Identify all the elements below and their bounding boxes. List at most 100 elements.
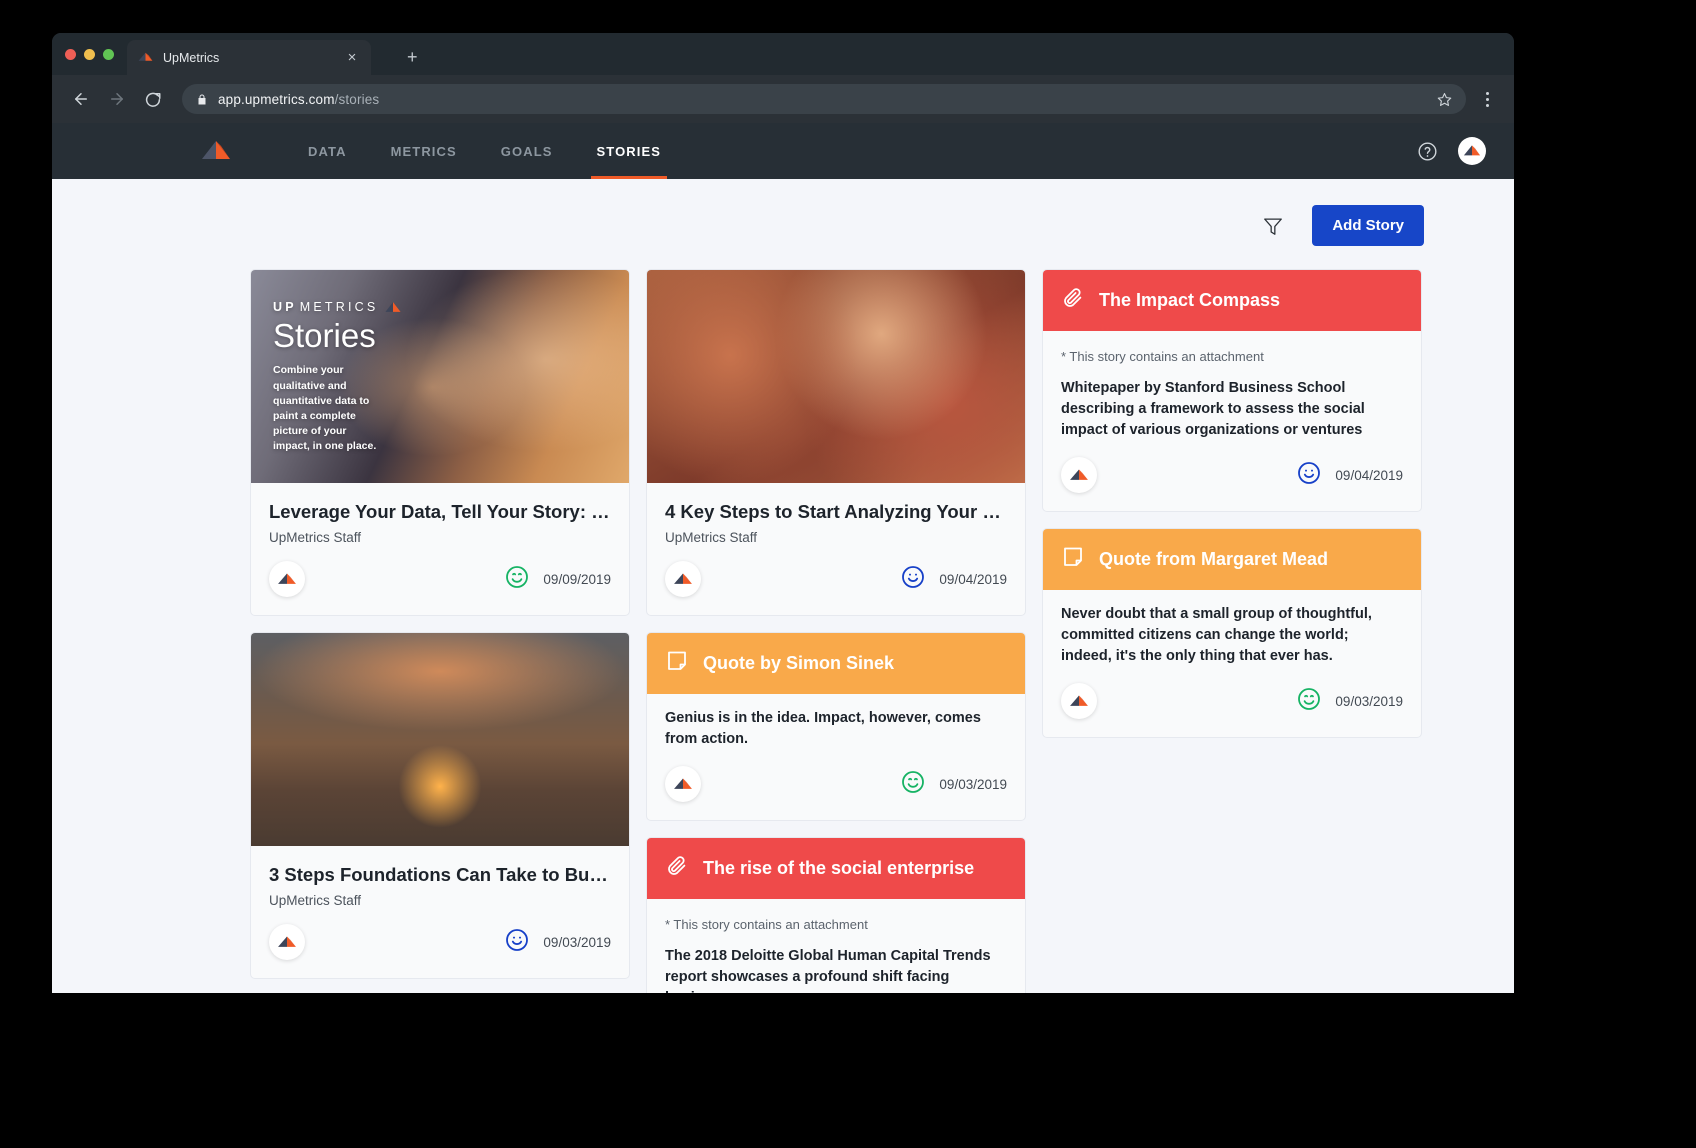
story-cover-image <box>251 633 629 846</box>
attachment-card-title: The Impact Compass <box>1099 290 1281 310</box>
nav-item-stories[interactable]: STORIES <box>575 123 684 179</box>
mood-smiley-green-icon <box>1297 687 1321 716</box>
nav-item-label: GOALS <box>500 143 553 159</box>
quote-card[interactable]: Quote by Simon Sinek Genius is in the id… <box>646 632 1026 822</box>
browser-window: UpMetrics × + app.upmetrics.com/stories <box>52 33 1514 993</box>
nav-item-label: METRICS <box>390 143 457 159</box>
story-date: 09/03/2019 <box>939 776 1007 792</box>
new-tab-button[interactable]: + <box>407 48 418 66</box>
stories-column-2: 4 Key Steps to Start Analyzing Your Fou…… <box>646 269 1026 993</box>
mood-smiley-blue-icon <box>1297 461 1321 490</box>
browser-menu-icon[interactable] <box>1474 91 1500 107</box>
story-cover-image <box>647 270 1025 483</box>
story-author: UpMetrics Staff <box>269 530 362 545</box>
nav-item-goals[interactable]: GOALS <box>479 123 575 179</box>
story-title: 3 Steps Foundations Can Take to Build … <box>269 864 611 885</box>
attachment-card-header: The Impact Compass <box>1043 270 1421 331</box>
mood-smiley-green-icon <box>505 565 529 594</box>
reload-icon[interactable] <box>138 84 168 114</box>
attachment-card-header: The rise of the social enterprise <box>647 838 1025 900</box>
stories-page: Add Story UP METRICS Stories Combine you… <box>52 179 1514 993</box>
author-avatar <box>665 561 701 597</box>
stories-column-3: The Impact Compass * This story contains… <box>1042 269 1422 739</box>
bookmark-star-icon[interactable] <box>1437 92 1452 107</box>
story-footer: 09/04/2019 <box>647 545 1025 615</box>
author-avatar <box>665 766 701 803</box>
url-host: app.upmetrics.com <box>218 91 335 107</box>
overlay-subtitle: Combine your qualitative and quantitativ… <box>273 364 377 453</box>
mood-smiley-green-icon <box>901 770 925 799</box>
browser-tab-title: UpMetrics <box>163 50 220 65</box>
story-date: 09/04/2019 <box>1335 467 1403 483</box>
add-story-button[interactable]: Add Story <box>1312 205 1424 246</box>
filter-icon[interactable] <box>1256 209 1290 243</box>
quote-text: Never doubt that a small group of though… <box>1061 606 1372 665</box>
nav-item-label: STORIES <box>596 143 662 159</box>
story-date: 09/03/2019 <box>1335 693 1403 709</box>
stories-toolbar: Add Story <box>52 179 1514 246</box>
cover-overlay: UP METRICS Stories Combine your qualitat… <box>251 270 629 483</box>
story-card[interactable]: 4 Key Steps to Start Analyzing Your Fou…… <box>646 269 1026 616</box>
nav-item-label: DATA <box>308 143 347 159</box>
close-window-button[interactable] <box>65 49 76 60</box>
story-date: 09/04/2019 <box>939 571 1007 587</box>
story-author: UpMetrics Staff <box>269 893 362 908</box>
paperclip-icon <box>665 854 689 883</box>
mood-smiley-blue-icon <box>505 928 529 957</box>
stories-column-1: UP METRICS Stories Combine your qualitat… <box>250 269 630 979</box>
nav-item-metrics[interactable]: METRICS <box>369 123 479 179</box>
story-footer: 09/04/2019 <box>1043 441 1421 511</box>
app-navbar: DATA METRICS GOALS STORIES <box>52 123 1514 179</box>
story-title: 4 Key Steps to Start Analyzing Your Fou… <box>665 501 1007 522</box>
story-footer: 09/03/2019 <box>647 750 1025 820</box>
overlay-brand-metrics: METRICS <box>299 300 379 314</box>
story-footer: 09/03/2019 <box>1043 667 1421 737</box>
window-controls <box>65 49 114 60</box>
browser-tab[interactable]: UpMetrics × <box>127 40 371 75</box>
author-avatar <box>1061 683 1097 720</box>
address-bar[interactable]: app.upmetrics.com/stories <box>182 84 1466 114</box>
story-date: 09/03/2019 <box>543 934 611 950</box>
story-card[interactable]: UP METRICS Stories Combine your qualitat… <box>250 269 630 616</box>
overlay-brand-up: UP <box>273 300 297 314</box>
minimize-window-button[interactable] <box>84 49 95 60</box>
app-logo-icon[interactable] <box>200 135 232 167</box>
profile-avatar[interactable] <box>1458 137 1486 165</box>
story-cover-image: UP METRICS Stories Combine your qualitat… <box>251 270 629 483</box>
forward-icon[interactable] <box>102 84 132 114</box>
quote-text: Genius is in the idea. Impact, however, … <box>665 710 981 748</box>
attachment-card[interactable]: The Impact Compass * This story contains… <box>1042 269 1422 513</box>
nav-item-data[interactable]: DATA <box>286 123 369 179</box>
quote-card-header: Quote from Margaret Mead <box>1043 529 1421 591</box>
story-footer: 09/03/2019 <box>251 908 629 978</box>
attachment-card-title: The rise of the social enterprise <box>703 858 975 879</box>
overlay-title: Stories <box>273 317 376 354</box>
note-icon <box>665 649 689 678</box>
quote-card[interactable]: Quote from Margaret Mead Never doubt tha… <box>1042 528 1422 739</box>
story-title: Leverage Your Data, Tell Your Story: Up… <box>269 501 611 522</box>
question-circle-icon[interactable] <box>1417 141 1438 162</box>
note-icon <box>1061 545 1085 574</box>
maximize-window-button[interactable] <box>103 49 114 60</box>
browser-omnibar: app.upmetrics.com/stories <box>52 75 1514 123</box>
author-avatar <box>269 561 305 597</box>
story-author: UpMetrics Staff <box>665 530 758 545</box>
quote-card-title: Quote by Simon Sinek <box>703 653 895 673</box>
back-icon[interactable] <box>66 84 96 114</box>
story-footer: 09/09/2019 <box>251 545 629 615</box>
navbar-actions <box>1417 137 1486 165</box>
story-card[interactable]: 3 Steps Foundations Can Take to Build … … <box>250 632 630 979</box>
lock-icon <box>196 93 208 106</box>
attachment-note: * This story contains an attachment <box>1061 349 1264 364</box>
story-date: 09/09/2019 <box>543 571 611 587</box>
paperclip-icon <box>1061 286 1085 315</box>
main-nav: DATA METRICS GOALS STORIES <box>286 123 683 179</box>
attachment-text: Whitepaper by Stanford Business School d… <box>1061 380 1365 439</box>
attachment-note: * This story contains an attachment <box>665 917 868 933</box>
author-avatar <box>269 924 305 960</box>
attachment-card[interactable]: The rise of the social enterprise * This… <box>646 837 1026 993</box>
browser-tabstrip: UpMetrics × + <box>52 33 1514 75</box>
upmetrics-logo-icon <box>137 49 154 66</box>
close-icon[interactable]: × <box>343 50 361 65</box>
quote-card-header: Quote by Simon Sinek <box>647 633 1025 694</box>
